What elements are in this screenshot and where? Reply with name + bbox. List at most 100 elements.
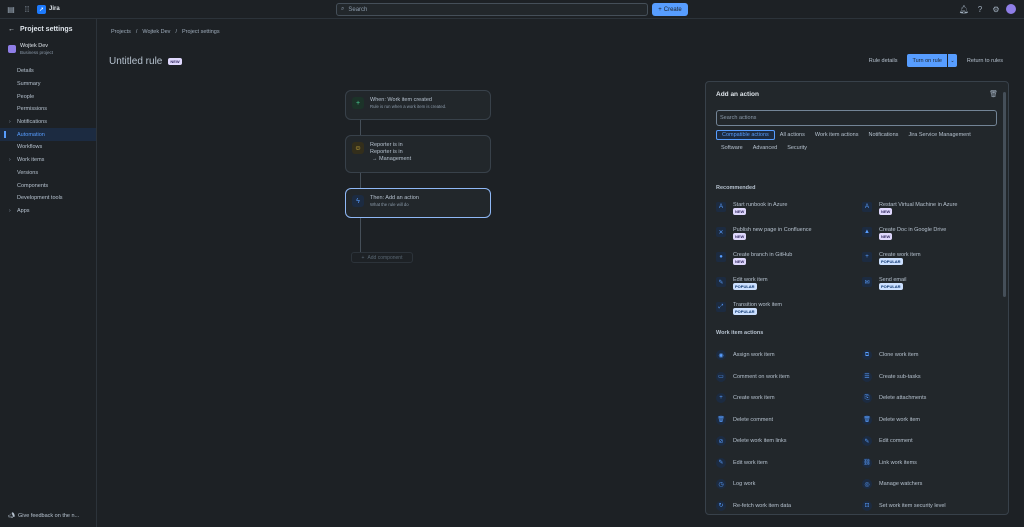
work-item-action-icon: 🗑︎ — [862, 414, 872, 425]
breadcrumb-project[interactable]: Wojtek Dev — [142, 29, 170, 35]
work-item-action-icon: ⧉ — [862, 350, 872, 360]
give-feedback-link[interactable]: 📣︎ Give feedback on the n... — [8, 513, 79, 519]
action-restart-virtual-machine-in-azure[interactable]: A Restart Virtual Machine in Azure NEW — [862, 202, 957, 215]
transition-icon: ⤢ — [716, 302, 726, 312]
breadcrumb-projects[interactable]: Projects — [111, 29, 131, 35]
breadcrumb-settings[interactable]: Project settings — [182, 29, 220, 35]
main-content: Projects / Wojtek Dev / Project settings… — [97, 19, 1024, 527]
action-assign-work-item[interactable]: ◉ Assign work item — [716, 350, 775, 360]
panel-scrollbar[interactable] — [1003, 92, 1006, 297]
filter-chip-software[interactable]: Software — [716, 143, 748, 153]
sidebar-item-permissions[interactable]: Permissions — [0, 103, 96, 116]
action-send-email[interactable]: ✉ Send email POPULAR — [862, 277, 907, 290]
action-label: Assign work item — [733, 352, 775, 358]
action-comment-on-work-item[interactable]: ▭ Comment on work item — [716, 371, 790, 382]
top-navigation-bar: ▤ ⁞⁞ ➚ Jira ⌕ Search + Create 🔔︎ ? ⚙ — [0, 0, 1024, 19]
user-avatar[interactable] — [1006, 4, 1016, 14]
rule-details-button[interactable]: Rule details — [865, 56, 902, 66]
turn-on-rule-button[interactable]: Turn on rule — [907, 54, 947, 67]
sidebar-item-components[interactable]: Components — [0, 179, 96, 192]
azure-icon: A — [862, 202, 872, 212]
action-delete-work-item[interactable]: 🗑︎ Delete work item — [862, 414, 920, 425]
filter-chip-compatible-actions[interactable]: Compatible actions — [716, 130, 775, 140]
action-link-work-items[interactable]: ⛓︎ Link work items — [862, 457, 917, 468]
notifications-icon[interactable]: 🔔︎ — [958, 3, 970, 15]
action-label: Delete comment — [733, 416, 774, 423]
action-label: Manage watchers — [879, 481, 923, 487]
jira-logo[interactable]: ➚ Jira — [37, 4, 60, 14]
action-set-work-item-security-level[interactable]: ⊡ Set work item security level — [862, 500, 946, 511]
settings-gear-icon[interactable]: ⚙ — [990, 3, 1002, 15]
sidebar-item-summary[interactable]: Summary — [0, 78, 96, 91]
action-edit-comment[interactable]: ✎ Edit comment — [862, 436, 913, 446]
sidebar-item-apps[interactable]: › Apps — [0, 205, 96, 218]
sidebar-item-notifications[interactable]: › Notifications — [0, 116, 96, 129]
add-component-label: Add component — [367, 254, 403, 261]
sidebar-item-workflows[interactable]: Workflows — [0, 141, 96, 154]
action-create-work-item[interactable]: + Create work item POPULAR — [862, 252, 921, 265]
work-item-action-icon: ✎ — [716, 457, 726, 468]
filter-chips: Compatible actions All actions Work item a… — [716, 130, 1001, 153]
action-node[interactable]: ϟ Then: Add an action What the rule will… — [345, 188, 491, 218]
work-item-action-icon: + — [716, 393, 726, 403]
return-to-rules-button[interactable]: Return to rules — [963, 56, 1007, 66]
filter-chip-advanced[interactable]: Advanced — [748, 143, 782, 153]
work-item-action-icon: ⊘ — [716, 436, 726, 446]
help-icon[interactable]: ? — [974, 3, 986, 15]
trigger-node[interactable]: + When: Work item created Rule is run wh… — [345, 90, 491, 120]
filter-chip-notifications[interactable]: Notifications — [863, 130, 903, 140]
back-arrow-icon[interactable]: ← — [8, 26, 15, 33]
sidebar-item-details[interactable]: Details — [0, 65, 96, 78]
sidebar-item-automation[interactable]: Automation — [0, 128, 96, 142]
create-button[interactable]: + Create — [652, 3, 688, 16]
action-clone-work-item[interactable]: ⧉ Clone work item — [862, 350, 918, 360]
trash-icon[interactable]: 🗑︎ — [989, 90, 998, 98]
sidebar-item-development-tools[interactable]: Development tools — [0, 192, 96, 205]
action-delete-comment[interactable]: 🗑︎ Delete comment — [716, 414, 774, 425]
plus-icon: + — [361, 254, 365, 261]
flow-connector — [360, 120, 361, 135]
global-search-input[interactable]: ⌕ Search — [336, 3, 648, 16]
filter-chip-jira-service-management[interactable]: Jira Service Management — [903, 130, 975, 140]
action-delete-attachments[interactable]: ⎘ Delete attachments — [862, 393, 926, 403]
action-manage-watchers[interactable]: ◎ Manage watchers — [862, 479, 922, 489]
add-component-button[interactable]: + Add component — [351, 252, 413, 263]
flow-connector — [360, 173, 361, 188]
action-start-runbook-in-azure[interactable]: A Start runbook in Azure NEW — [716, 202, 787, 215]
filter-chip-all-actions[interactable]: All actions — [775, 130, 810, 140]
app-switcher-icon[interactable]: ⁞⁞ — [21, 3, 33, 15]
flow-connector — [360, 218, 361, 252]
chevron-down-icon[interactable]: ⌄ — [946, 54, 957, 67]
condition-node[interactable]: ☺ Reporter is in Reporter is in → Manage… — [345, 135, 491, 173]
search-actions-input[interactable]: Search actions — [716, 110, 997, 126]
action-badge: POPULAR — [879, 283, 903, 290]
action-publish-new-page-in-confluence[interactable]: ✕ Publish new page in Confluence NEW — [716, 227, 812, 240]
chevron-right-icon: › — [9, 157, 11, 164]
sidebar-toggle-icon[interactable]: ▤ — [5, 3, 17, 15]
action-transition-work-item[interactable]: ⤢ Transition work item POPULAR — [716, 302, 782, 315]
sidebar-item-people[interactable]: People — [0, 90, 96, 103]
action-re-fetch-work-item-data[interactable]: ↻ Re-fetch work item data — [716, 500, 792, 511]
condition-icon: ☺ — [352, 142, 364, 154]
lightning-icon: ϟ — [352, 195, 364, 207]
action-create-doc-in-google-drive[interactable]: ▲ Create Doc in Google Drive NEW — [862, 227, 946, 240]
add-action-panel: Add an action 🗑︎ Search actions Compatib… — [705, 81, 1009, 515]
work-item-action-icon: ⛓︎ — [862, 457, 872, 468]
filter-chip-security[interactable]: Security — [782, 143, 812, 153]
filter-chip-work-item-actions[interactable]: Work item actions — [810, 130, 864, 140]
create-label: Create — [663, 6, 682, 13]
rule-title-text[interactable]: Untitled rule — [109, 56, 162, 67]
work-item-action-icon: ✎ — [862, 436, 872, 446]
action-edit-work-item[interactable]: ✎ Edit work item POPULAR — [716, 277, 768, 290]
breadcrumb-separator: / — [135, 29, 138, 35]
action-create-work-item[interactable]: + Create work item — [716, 393, 775, 403]
action-create-sub-tasks[interactable]: ☰ Create sub-tasks — [862, 371, 921, 382]
action-delete-work-item-links[interactable]: ⊘ Delete work item links — [716, 436, 787, 446]
action-log-work[interactable]: ◷ Log work — [716, 479, 755, 489]
action-edit-work-item[interactable]: ✎ Edit work item — [716, 457, 768, 468]
action-label: Re-fetch work item data — [733, 502, 792, 509]
action-badge: NEW — [879, 233, 893, 240]
sidebar-item-versions[interactable]: Versions — [0, 167, 96, 180]
sidebar-item-work-items[interactable]: › Work items — [0, 154, 96, 167]
action-create-branch-in-github[interactable]: ● Create branch in GitHub NEW — [716, 252, 792, 265]
